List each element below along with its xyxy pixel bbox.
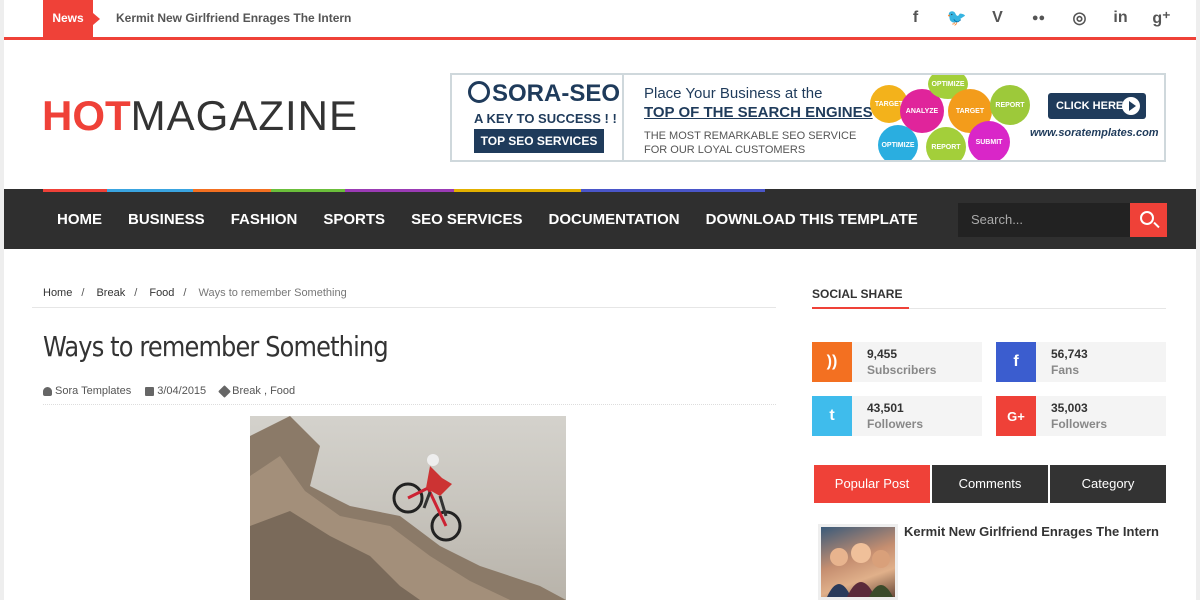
breadcrumb-home[interactable]: Home: [43, 287, 72, 299]
mountain-biker-image: [250, 416, 566, 600]
popular-post-title[interactable]: Kermit New Girlfriend Enrages The Intern: [904, 524, 1159, 539]
banner-left: SORA-SEO A KEY TO SUCCESS ! ! TOP SEO SE…: [452, 75, 622, 160]
counter-facebook[interactable]: f 56,743 Fans: [996, 342, 1166, 382]
counter-label: Subscribers: [867, 363, 937, 377]
banner-divider: [622, 75, 624, 160]
calendar-icon: [145, 386, 155, 396]
facebook-icon[interactable]: f: [895, 6, 936, 30]
search-icon: [1140, 211, 1154, 225]
breadcrumb-food[interactable]: Food: [149, 287, 174, 299]
counter-rss[interactable]: )) 9,455 Subscribers: [812, 342, 982, 382]
nav-item-business[interactable]: BUSINESS: [115, 192, 218, 249]
banner-click-here-button[interactable]: CLICK HERE: [1048, 93, 1146, 119]
counter-label: Followers: [1051, 417, 1108, 431]
post-title: Ways to remember Something: [43, 330, 389, 363]
logo-hot: HOT: [42, 92, 131, 139]
banner-top-services: TOP SEO SERVICES: [474, 129, 604, 153]
tab-category[interactable]: Category: [1050, 465, 1166, 503]
social-share-underline: [812, 307, 909, 309]
nav-item-documentation[interactable]: DOCUMENTATION: [536, 192, 693, 249]
user-icon: [43, 386, 52, 396]
tab-comments[interactable]: Comments: [932, 465, 1048, 503]
meta-divider: [43, 404, 776, 405]
main-nav: HOME BUSINESS FASHION SPORTS SEO SERVICE…: [4, 189, 1196, 249]
counter-count: 9,455: [867, 347, 898, 361]
breadcrumb: Home / Break / Food / Ways to remember Some…: [43, 287, 347, 299]
twitter-icon: t: [812, 396, 852, 436]
dribbble-icon[interactable]: ◎: [1059, 6, 1100, 30]
counter-label: Followers: [867, 417, 924, 431]
breadcrumb-divider: [32, 307, 776, 308]
site-logo[interactable]: HOTMAGAZINE: [42, 94, 358, 138]
sidebar-tabs: Popular Post Comments Category: [814, 465, 1166, 503]
news-ticker-link[interactable]: Kermit New Girlfriend Enrages The Intern: [116, 11, 351, 25]
linkedin-icon[interactable]: in: [1100, 6, 1141, 30]
play-icon: [1122, 97, 1140, 115]
bubble-submit: SUBMIT: [968, 121, 1010, 160]
banner-line1: Place Your Business at the: [644, 85, 823, 102]
nav-item-fashion[interactable]: FASHION: [218, 192, 311, 249]
vimeo-icon[interactable]: V: [977, 6, 1018, 30]
search-input[interactable]: Search...: [958, 203, 1130, 237]
page: News Kermit New Girlfriend Enrages The I…: [0, 0, 1200, 600]
google-plus-icon: G+: [996, 396, 1036, 436]
tab-popular-post[interactable]: Popular Post: [814, 465, 930, 503]
google-plus-icon[interactable]: g⁺: [1141, 6, 1182, 30]
counter-count: 43,501: [867, 401, 904, 415]
banner-key: A KEY TO SUCCESS ! !: [474, 111, 617, 126]
banner-brand: SORA-SEO: [468, 80, 620, 108]
nav-item-download-template[interactable]: DOWNLOAD THIS TEMPLATE: [693, 192, 931, 249]
post-hero-image: [250, 416, 566, 600]
banner-line3: THE MOST REMARKABLE SEO SERVICE FOR OUR …: [644, 130, 857, 156]
twitter-icon[interactable]: 🐦: [936, 6, 977, 30]
post-author[interactable]: Sora Templates: [43, 385, 131, 397]
banner-line2: TOP OF THE SEARCH ENGINES: [644, 104, 873, 121]
nav-item-home[interactable]: HOME: [44, 192, 115, 249]
breadcrumb-break[interactable]: Break: [96, 287, 125, 299]
counter-google-plus[interactable]: G+ 35,003 Followers: [996, 396, 1166, 436]
search-icon-handle: [1153, 221, 1160, 229]
globe-icon: [468, 81, 490, 103]
popular-post-thumbnail[interactable]: [818, 524, 898, 600]
social-share-title: SOCIAL SHARE: [812, 287, 903, 301]
counter-label: Fans: [1051, 363, 1080, 377]
flickr-icon[interactable]: ●●: [1018, 6, 1059, 30]
seo-banner-ad[interactable]: SORA-SEO A KEY TO SUCCESS ! ! TOP SEO SE…: [450, 73, 1166, 162]
nav-item-seo-services[interactable]: SEO SERVICES: [398, 192, 535, 249]
counter-twitter[interactable]: t 43,501 Followers: [812, 396, 982, 436]
banner-bubbles: TARGET ANALYZE OPTIMIZE TARGET REPORT OP…: [864, 75, 1030, 160]
logo-magazine: MAGAZINE: [130, 92, 359, 139]
post-meta: Sora Templates 3/04/2015 Break , Food: [43, 384, 295, 398]
breadcrumb-current: Ways to remember Something: [198, 287, 347, 299]
crowd-photo: [827, 543, 893, 597]
bubble-report: REPORT: [990, 85, 1030, 125]
top-bar: News Kermit New Girlfriend Enrages The I…: [4, 0, 1196, 40]
nav-menu: HOME BUSINESS FASHION SPORTS SEO SERVICE…: [44, 192, 931, 249]
bubble-report-2: REPORT: [926, 127, 966, 160]
post-labels[interactable]: Break , Food: [218, 384, 295, 398]
search-button[interactable]: [1130, 203, 1167, 237]
bubble-optimize: OPTIMIZE: [878, 125, 918, 160]
banner-url: www.soratemplates.com: [1030, 127, 1159, 139]
top-social-icons: f 🐦 V ●● ◎ in g⁺: [895, 6, 1182, 30]
nav-item-sports[interactable]: SPORTS: [310, 192, 398, 249]
news-label: News: [43, 0, 100, 38]
counter-count: 56,743: [1051, 347, 1088, 361]
rss-icon: )): [812, 342, 852, 382]
post-date: 3/04/2015: [145, 385, 206, 397]
counter-count: 35,003: [1051, 401, 1088, 415]
facebook-icon: f: [996, 342, 1036, 382]
tags-icon: [218, 384, 232, 398]
